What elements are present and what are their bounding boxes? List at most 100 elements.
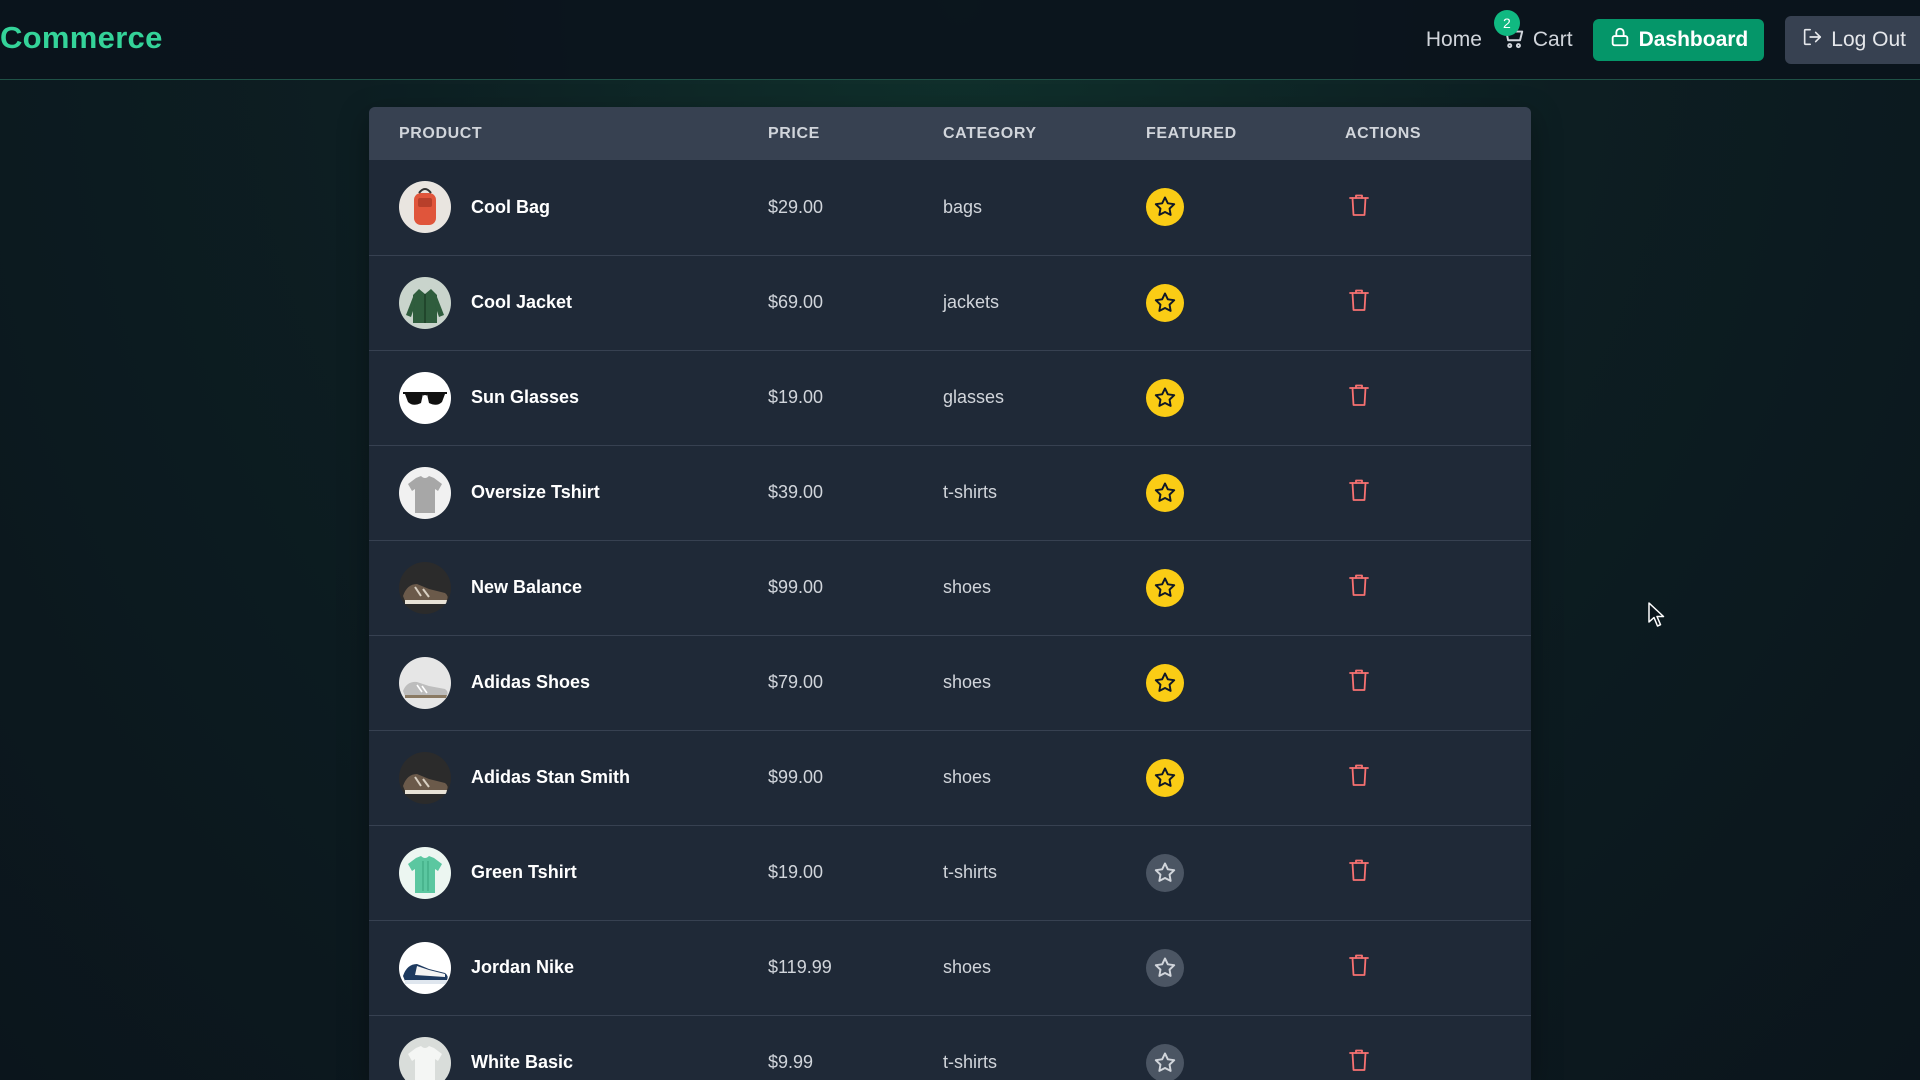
top-navbar: Commerce Home 2 Cart Dashboard Log Out — [0, 0, 1920, 80]
products-table-container: PRODUCT PRICE CATEGORY FEATURED ACTIONS … — [369, 107, 1531, 1080]
table-row: Sun Glasses $19.00 glasses — [369, 350, 1531, 445]
featured-cell — [1146, 160, 1345, 255]
product-price: $69.00 — [768, 292, 824, 312]
product-thumbnail — [399, 181, 451, 234]
actions-cell — [1345, 920, 1531, 1015]
featured-star-icon[interactable] — [1146, 663, 1184, 702]
product-thumbnail — [399, 276, 451, 329]
logout-icon — [1801, 26, 1831, 54]
table-row: Cool Jacket $69.00 jackets — [369, 255, 1531, 350]
header-featured: FEATURED — [1146, 124, 1237, 142]
product-thumbnail — [399, 466, 451, 519]
product-category: shoes — [943, 577, 992, 597]
actions-cell — [1345, 730, 1531, 825]
featured-star-icon[interactable] — [1146, 948, 1184, 987]
cart-link[interactable]: 2 Cart — [1493, 10, 1573, 56]
product-thumbnail — [399, 941, 451, 994]
product-category: t-shirts — [943, 862, 997, 882]
trash-icon[interactable] — [1347, 477, 1371, 503]
actions-cell — [1345, 540, 1531, 635]
product-thumbnail — [399, 846, 451, 899]
featured-star-icon[interactable] — [1146, 758, 1184, 797]
product-price: $19.00 — [768, 387, 824, 407]
featured-star-icon[interactable] — [1146, 568, 1184, 607]
product-cell: Cool Jacket — [369, 255, 768, 350]
actions-cell — [1345, 1015, 1531, 1080]
product-category: shoes — [943, 672, 992, 692]
featured-cell — [1146, 445, 1345, 540]
featured-star-icon[interactable] — [1146, 473, 1184, 512]
product-category: t-shirts — [943, 1052, 997, 1072]
featured-cell — [1146, 825, 1345, 920]
product-cell: Sun Glasses — [369, 350, 768, 445]
product-category: shoes — [943, 767, 992, 787]
product-name: Adidas Stan Smith — [471, 767, 631, 787]
product-cell: Adidas Stan Smith — [369, 730, 768, 825]
product-name: White Basic — [471, 1052, 574, 1072]
featured-star-icon[interactable] — [1146, 378, 1184, 417]
featured-cell — [1146, 920, 1345, 1015]
product-cell: Adidas Shoes — [369, 635, 768, 730]
trash-icon[interactable] — [1347, 1047, 1371, 1073]
featured-cell — [1146, 540, 1345, 635]
product-name: Jordan Nike — [471, 957, 575, 977]
product-price: $19.00 — [768, 862, 824, 882]
product-category: bags — [943, 196, 983, 217]
product-category: glasses — [943, 387, 1005, 407]
product-name: New Balance — [471, 577, 583, 597]
product-name: Cool Bag — [471, 196, 550, 217]
header-price: PRICE — [768, 124, 820, 142]
product-cell: White Basic — [369, 1015, 768, 1080]
actions-cell — [1345, 350, 1531, 445]
product-price: $99.00 — [768, 767, 824, 787]
product-category: t-shirts — [943, 482, 997, 502]
product-thumbnail — [399, 371, 451, 424]
featured-cell — [1146, 635, 1345, 730]
brand-logo[interactable]: Commerce — [0, 20, 163, 56]
trash-icon[interactable] — [1347, 857, 1371, 883]
featured-star-icon[interactable] — [1146, 188, 1184, 227]
product-cell: Oversize Tshirt — [369, 445, 768, 540]
trash-icon[interactable] — [1347, 952, 1371, 978]
actions-cell — [1345, 825, 1531, 920]
trash-icon[interactable] — [1347, 572, 1371, 598]
table-header: PRODUCT PRICE CATEGORY FEATURED ACTIONS — [369, 107, 1531, 160]
product-cell: Jordan Nike — [369, 920, 768, 1015]
home-link[interactable]: Home — [1426, 28, 1482, 52]
product-cell: Cool Bag — [369, 160, 768, 255]
trash-icon[interactable] — [1347, 287, 1371, 313]
trash-icon[interactable] — [1347, 382, 1371, 408]
table-row: White Basic $9.99 t-shirts — [369, 1015, 1531, 1080]
trash-icon[interactable] — [1347, 667, 1371, 693]
dashboard-label: Dashboard — [1638, 28, 1749, 51]
header-product: PRODUCT — [399, 124, 483, 142]
featured-star-icon[interactable] — [1146, 283, 1184, 322]
product-name: Oversize Tshirt — [471, 482, 600, 502]
featured-star-icon[interactable] — [1146, 853, 1184, 892]
actions-cell — [1345, 635, 1531, 730]
logout-label: Log Out — [1831, 28, 1906, 51]
products-table: PRODUCT PRICE CATEGORY FEATURED ACTIONS … — [369, 107, 1531, 1080]
featured-cell — [1146, 730, 1345, 825]
trash-icon[interactable] — [1347, 192, 1371, 218]
dashboard-button[interactable]: Dashboard — [1592, 19, 1765, 61]
product-thumbnail — [399, 1036, 451, 1080]
lock-icon — [1609, 26, 1639, 54]
featured-star-icon[interactable] — [1146, 1043, 1184, 1080]
product-name: Sun Glasses — [471, 387, 580, 407]
actions-cell — [1345, 160, 1531, 255]
logout-button[interactable]: Log Out — [1785, 16, 1920, 64]
product-category: jackets — [943, 292, 1000, 312]
product-thumbnail — [399, 656, 451, 709]
trash-icon[interactable] — [1347, 762, 1371, 788]
actions-cell — [1345, 445, 1531, 540]
table-row: Oversize Tshirt $39.00 t-shirts — [369, 445, 1531, 540]
table-row: Cool Bag $29.00 bags — [369, 160, 1531, 255]
product-thumbnail — [399, 751, 451, 804]
table-row: Jordan Nike $119.99 shoes — [369, 920, 1531, 1015]
featured-cell — [1146, 1015, 1345, 1080]
product-name: Cool Jacket — [471, 292, 573, 312]
product-cell: New Balance — [369, 540, 768, 635]
product-price: $39.00 — [768, 482, 824, 502]
product-price: $99.00 — [768, 577, 824, 597]
